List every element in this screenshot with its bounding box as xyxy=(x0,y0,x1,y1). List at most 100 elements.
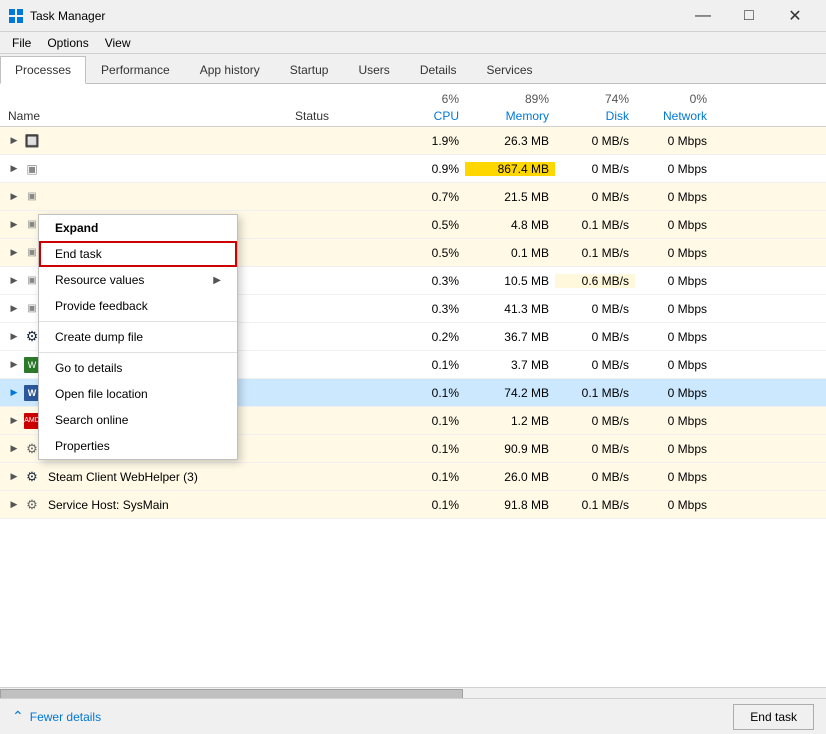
cpu-cell: 0.2% xyxy=(385,330,465,344)
ctx-provide-feedback[interactable]: Provide feedback xyxy=(39,293,237,319)
memory-cell: 21.5 MB xyxy=(465,190,555,204)
menu-file[interactable]: File xyxy=(4,34,39,52)
network-cell: 0 Mbps xyxy=(635,162,715,176)
table-row[interactable]: ▶ ▣ 0.7% 21.5 MB 0 MB/s 0 Mbps xyxy=(0,183,826,211)
ctx-open-file-location[interactable]: Open file location xyxy=(39,381,237,407)
minimize-button[interactable]: — xyxy=(680,0,726,32)
menu-bar: File Options View xyxy=(0,32,826,54)
network-cell: 0 Mbps xyxy=(635,330,715,344)
menu-view[interactable]: View xyxy=(97,34,139,52)
process-name: Service Host: SysMain xyxy=(48,498,169,512)
network-cell: 0 Mbps xyxy=(635,246,715,260)
col-header-network[interactable]: Network xyxy=(635,109,715,123)
memory-cell: 1.2 MB xyxy=(465,414,555,428)
maximize-button[interactable]: □ xyxy=(726,0,772,32)
fewer-details-button[interactable]: ⌃ Fewer details xyxy=(12,708,101,725)
table-row[interactable]: ▶ 🔲 1.9% 26.3 MB 0 MB/s 0 Mbps xyxy=(0,127,826,155)
tab-users[interactable]: Users xyxy=(343,56,404,83)
disk-cell: 0 MB/s xyxy=(555,470,635,484)
disk-cell: 0 MB/s xyxy=(555,330,635,344)
expand-icon: ▶ xyxy=(8,247,20,259)
process-icon: ▣ xyxy=(24,161,40,177)
disk-cell: 0 MB/s xyxy=(555,414,635,428)
ctx-separator-2 xyxy=(39,352,237,353)
ctx-expand[interactable]: Expand xyxy=(39,215,237,241)
ctx-create-dump[interactable]: Create dump file xyxy=(39,324,237,350)
tab-performance[interactable]: Performance xyxy=(86,56,185,83)
expand-icon: ▶ xyxy=(8,275,20,287)
ctx-end-task[interactable]: End task xyxy=(39,241,237,267)
network-cell: 0 Mbps xyxy=(635,134,715,148)
table-row[interactable]: ▶ ▣ 0.9% 867.4 MB 0 MB/s 0 Mbps xyxy=(0,155,826,183)
expand-icon: ▶ xyxy=(8,415,20,427)
memory-cell: 4.8 MB xyxy=(465,218,555,232)
ctx-resource-values[interactable]: Resource values ▶ xyxy=(39,267,237,293)
cpu-cell: 0.1% xyxy=(385,470,465,484)
disk-cell: 0 MB/s xyxy=(555,442,635,456)
expand-icon: ▶ xyxy=(8,443,20,455)
menu-options[interactable]: Options xyxy=(39,34,96,52)
ctx-properties[interactable]: Properties xyxy=(39,433,237,459)
main-content: 6% 89% 74% 0% Name Status CPU Memory Dis… xyxy=(0,84,826,698)
disk-percent: 74% xyxy=(555,92,635,106)
close-button[interactable]: ✕ xyxy=(772,0,818,32)
cpu-cell: 0.3% xyxy=(385,302,465,316)
network-cell: 0 Mbps xyxy=(635,274,715,288)
col-header-name[interactable]: Name xyxy=(0,109,295,123)
window-title: Task Manager xyxy=(30,9,680,23)
col-header-memory[interactable]: Memory xyxy=(465,109,555,123)
chevron-up-icon: ⌃ xyxy=(12,708,24,725)
submenu-arrow-icon: ▶ xyxy=(213,275,221,286)
cpu-cell: 0.1% xyxy=(385,386,465,400)
scrollbar-thumb[interactable] xyxy=(0,689,463,699)
network-cell: 0 Mbps xyxy=(635,470,715,484)
expand-icon: ▶ xyxy=(8,191,20,203)
memory-cell: 36.7 MB xyxy=(465,330,555,344)
memory-cell: 3.7 MB xyxy=(465,358,555,372)
disk-cell: 0.1 MB/s xyxy=(555,246,635,260)
network-cell: 0 Mbps xyxy=(635,218,715,232)
cpu-cell: 0.1% xyxy=(385,498,465,512)
expand-icon: ▶ xyxy=(8,135,20,147)
table-row[interactable]: ▶ ⚙ Service Host: SysMain 0.1% 91.8 MB 0… xyxy=(0,491,826,519)
cpu-cell: 0.1% xyxy=(385,442,465,456)
disk-cell: 0.1 MB/s xyxy=(555,386,635,400)
expand-icon: ▶ xyxy=(8,387,20,399)
memory-cell: 74.2 MB xyxy=(465,386,555,400)
disk-cell: 0 MB/s xyxy=(555,162,635,176)
horizontal-scrollbar[interactable] xyxy=(0,687,826,698)
memory-cell: 867.4 MB xyxy=(465,162,555,176)
disk-cell: 0 MB/s xyxy=(555,190,635,204)
memory-cell: 41.3 MB xyxy=(465,302,555,316)
network-cell: 0 Mbps xyxy=(635,358,715,372)
process-name: Steam Client WebHelper (3) xyxy=(48,470,198,484)
expand-icon: ▶ xyxy=(8,359,20,371)
col-header-disk[interactable]: Disk xyxy=(555,109,635,123)
network-cell: 0 Mbps xyxy=(635,190,715,204)
memory-cell: 26.0 MB xyxy=(465,470,555,484)
ctx-search-online[interactable]: Search online xyxy=(39,407,237,433)
memory-cell: 90.9 MB xyxy=(465,442,555,456)
tab-services[interactable]: Services xyxy=(472,56,548,83)
tabs-bar: Processes Performance App history Startu… xyxy=(0,54,826,84)
tab-processes[interactable]: Processes xyxy=(0,56,86,84)
process-icon: 🔲 xyxy=(24,133,40,149)
tab-details[interactable]: Details xyxy=(405,56,472,83)
cpu-cell: 0.9% xyxy=(385,162,465,176)
network-percent: 0% xyxy=(635,92,715,106)
app-icon xyxy=(8,8,24,24)
disk-cell: 0.1 MB/s xyxy=(555,218,635,232)
ctx-go-to-details[interactable]: Go to details xyxy=(39,355,237,381)
disk-cell: 0.6 MB/s xyxy=(555,274,635,288)
network-cell: 0 Mbps xyxy=(635,442,715,456)
tab-app-history[interactable]: App history xyxy=(185,56,275,83)
end-task-button[interactable]: End task xyxy=(733,704,814,730)
table-row[interactable]: ▶ ⚙ Steam Client WebHelper (3) 0.1% 26.0… xyxy=(0,463,826,491)
tab-startup[interactable]: Startup xyxy=(275,56,344,83)
disk-cell: 0.1 MB/s xyxy=(555,498,635,512)
cpu-cell: 0.3% xyxy=(385,274,465,288)
disk-cell: 0 MB/s xyxy=(555,302,635,316)
cpu-cell: 0.1% xyxy=(385,414,465,428)
col-header-cpu[interactable]: CPU xyxy=(385,109,465,123)
col-header-status[interactable]: Status xyxy=(295,109,385,123)
